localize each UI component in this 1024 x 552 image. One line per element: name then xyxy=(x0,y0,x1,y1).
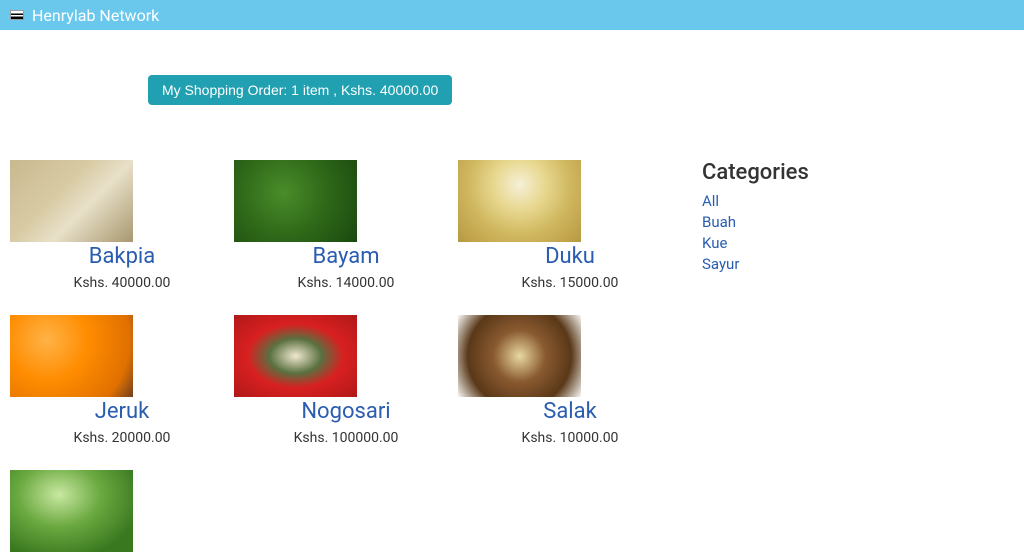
product-card: Nogosari Kshs. 100000.00 xyxy=(234,315,458,460)
product-link[interactable]: Salak xyxy=(543,399,597,424)
category-link-kue[interactable]: Kue xyxy=(702,234,727,252)
product-title: Bakpia xyxy=(10,244,234,269)
category-link-all[interactable]: All xyxy=(702,192,719,210)
category-item: Kue xyxy=(702,233,1014,254)
categories-heading: Categories xyxy=(702,160,1014,185)
category-item: Sayur xyxy=(702,254,1014,275)
product-image[interactable] xyxy=(10,470,133,552)
category-item: All xyxy=(702,191,1014,212)
product-link[interactable]: Jeruk xyxy=(95,399,150,424)
product-title: Jeruk xyxy=(10,399,234,424)
product-image[interactable] xyxy=(458,160,581,242)
product-title: Nogosari xyxy=(234,399,458,424)
product-title: Bayam xyxy=(234,244,458,269)
product-image[interactable] xyxy=(10,160,133,242)
category-link-sayur[interactable]: Sayur xyxy=(702,255,739,273)
category-item: Buah xyxy=(702,212,1014,233)
app-title: Henrylab Network xyxy=(32,6,159,25)
product-card: Jeruk Kshs. 20000.00 xyxy=(10,315,234,460)
product-card: Salak Kshs. 10000.00 xyxy=(458,315,682,460)
product-price: Kshs. 20000.00 xyxy=(10,430,234,446)
category-list: All Buah Kue Sayur xyxy=(702,191,1014,275)
product-image[interactable] xyxy=(234,160,357,242)
product-price: Kshs. 40000.00 xyxy=(10,275,234,291)
product-card: Bakpia Kshs. 40000.00 xyxy=(10,160,234,305)
app-icon xyxy=(10,10,24,20)
cart-area: My Shopping Order: 1 item , Kshs. 40000.… xyxy=(148,75,1014,105)
product-price: Kshs. 100000.00 xyxy=(234,430,458,446)
product-title: Duku xyxy=(458,244,682,269)
shopping-order-button[interactable]: My Shopping Order: 1 item , Kshs. 40000.… xyxy=(148,75,452,105)
product-link[interactable]: Duku xyxy=(545,244,595,269)
product-card: Bayam Kshs. 14000.00 xyxy=(234,160,458,305)
product-image[interactable] xyxy=(234,315,357,397)
product-image[interactable] xyxy=(458,315,581,397)
product-image[interactable] xyxy=(10,315,133,397)
product-price: Kshs. 14000.00 xyxy=(234,275,458,291)
product-card: Duku Kshs. 15000.00 xyxy=(458,160,682,305)
product-title: Salak xyxy=(458,399,682,424)
product-grid: BakpiaKshs. 40000.00BayamKshs. 14000.00D… xyxy=(10,160,682,552)
navbar: Henrylab Network xyxy=(0,0,1024,30)
category-link-buah[interactable]: Buah xyxy=(702,213,736,231)
product-link[interactable]: Bakpia xyxy=(89,244,156,269)
product-link[interactable]: Nogosari xyxy=(301,399,390,424)
product-price: Kshs. 15000.00 xyxy=(458,275,682,291)
product-price: Kshs. 10000.00 xyxy=(458,430,682,446)
product-card xyxy=(10,470,234,552)
product-link[interactable]: Bayam xyxy=(312,244,379,269)
sidebar: Categories All Buah Kue Sayur xyxy=(702,160,1014,552)
